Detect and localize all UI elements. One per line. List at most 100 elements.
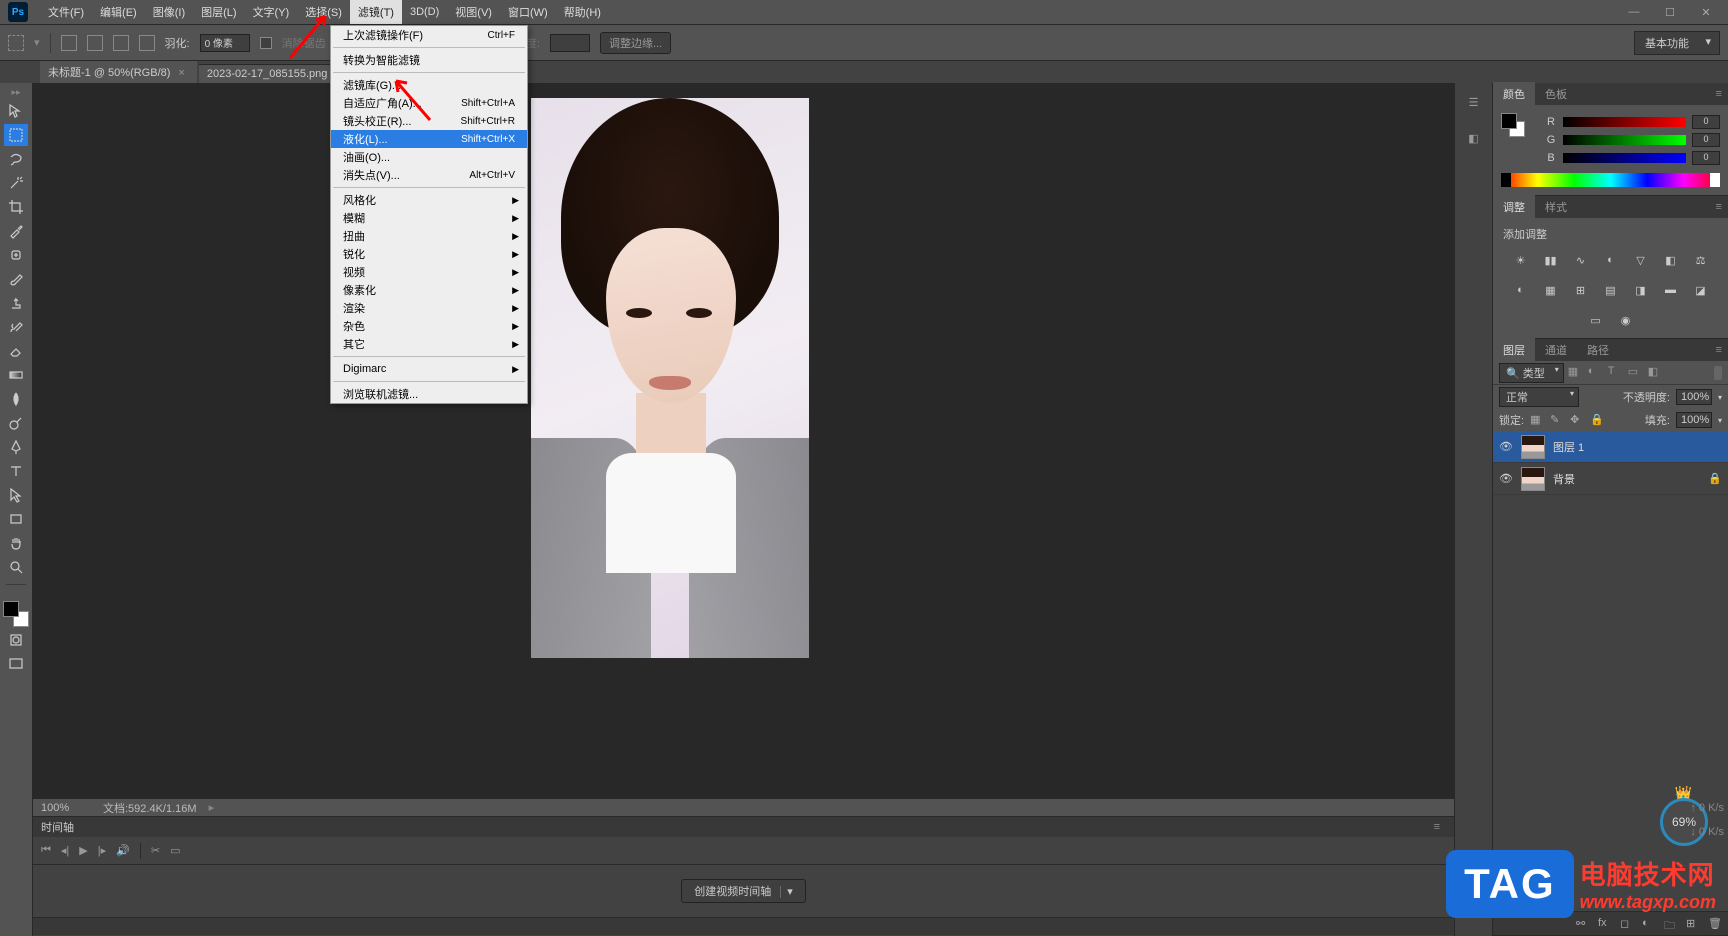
menu-window[interactable]: 窗口(W)	[500, 0, 556, 24]
tab-color[interactable]: 颜色	[1493, 82, 1535, 106]
history-panel-icon[interactable]: ☰	[1463, 91, 1485, 113]
refine-edge-button[interactable]: 调整边缘...	[600, 32, 671, 54]
zoom-tool[interactable]	[4, 556, 28, 578]
lock-position-icon[interactable]: ✥	[1570, 413, 1584, 427]
curves-icon[interactable]: ∿	[1571, 250, 1591, 270]
color-lookup-icon[interactable]: ▤	[1601, 280, 1621, 300]
dd-last-filter[interactable]: 上次滤镜操作(F)Ctrl+F	[331, 26, 527, 44]
hand-tool[interactable]	[4, 532, 28, 554]
visibility-icon[interactable]: 👁	[1499, 440, 1513, 454]
dd-vanishing-point[interactable]: 消失点(V)...Alt+Ctrl+V	[331, 166, 527, 184]
layer-mask-icon[interactable]: ◻	[1620, 917, 1634, 931]
menu-select[interactable]: 选择(S)	[297, 0, 350, 24]
new-layer-icon[interactable]: ⊞	[1686, 917, 1700, 931]
workspace-switcher[interactable]: 基本功能	[1634, 31, 1720, 55]
r-value[interactable]: 0	[1692, 115, 1720, 129]
brightness-icon[interactable]: ☀	[1511, 250, 1531, 270]
layer-row[interactable]: 👁 背景 🔒	[1493, 463, 1728, 495]
color-balance-icon[interactable]: ⚖	[1691, 250, 1711, 270]
dd-video[interactable]: 视频▶	[331, 263, 527, 281]
pen-tool[interactable]	[4, 436, 28, 458]
doc-tab-1[interactable]: 未标题-1 @ 50%(RGB/8)×	[40, 60, 197, 83]
lock-image-icon[interactable]: ✎	[1550, 413, 1564, 427]
b-slider[interactable]	[1563, 153, 1686, 163]
crop-tool[interactable]	[4, 196, 28, 218]
new-selection-icon[interactable]	[61, 35, 77, 51]
zoom-level[interactable]: 100%	[41, 802, 91, 814]
filter-toggle[interactable]	[1714, 366, 1722, 380]
delete-layer-icon[interactable]: 🗑	[1708, 917, 1722, 931]
g-slider[interactable]	[1563, 135, 1686, 145]
tab-paths[interactable]: 路径	[1577, 338, 1619, 362]
exposure-icon[interactable]: ◐	[1601, 250, 1621, 270]
menu-view[interactable]: 视图(V)	[447, 0, 500, 24]
type-tool[interactable]	[4, 460, 28, 482]
filter-shape-icon[interactable]: ▭	[1628, 365, 1644, 381]
audio-icon[interactable]: 🔊	[116, 844, 130, 857]
brush-tool[interactable]	[4, 268, 28, 290]
quick-mask-tool[interactable]	[4, 629, 28, 651]
marquee-tool[interactable]	[4, 124, 28, 146]
photo-filter-icon[interactable]: ▦	[1541, 280, 1561, 300]
tab-swatches[interactable]: 色板	[1535, 82, 1577, 106]
menu-3d[interactable]: 3D(D)	[402, 2, 447, 22]
menu-filter[interactable]: 滤镜(T)	[350, 0, 402, 24]
path-selection-tool[interactable]	[4, 484, 28, 506]
levels-icon[interactable]: ▮▮	[1541, 250, 1561, 270]
dd-other[interactable]: 其它▶	[331, 335, 527, 353]
intersect-selection-icon[interactable]	[139, 35, 155, 51]
add-selection-icon[interactable]	[87, 35, 103, 51]
panel-menu-icon[interactable]: ≡	[1710, 201, 1728, 213]
invert-icon[interactable]: ◨	[1631, 280, 1651, 300]
color-swatch[interactable]	[1501, 113, 1525, 137]
gradient-map-icon[interactable]: ▭	[1586, 310, 1606, 330]
play-icon[interactable]: ▶	[79, 844, 87, 857]
tab-adjustments[interactable]: 调整	[1493, 195, 1535, 219]
layer-row[interactable]: 👁 图层 1	[1493, 431, 1728, 463]
dd-blur[interactable]: 模糊▶	[331, 209, 527, 227]
marquee-tool-preset-icon[interactable]	[8, 35, 24, 51]
dd-adaptive-wide[interactable]: 自适应广角(A)...Shift+Ctrl+A	[331, 94, 527, 112]
transition-icon[interactable]: ▭	[170, 844, 180, 857]
close-icon[interactable]: ×	[178, 67, 184, 79]
fill-input[interactable]: 100%	[1676, 412, 1712, 428]
dd-distort[interactable]: 扭曲▶	[331, 227, 527, 245]
dd-filter-gallery[interactable]: 滤镜库(G)...	[331, 76, 527, 94]
dd-digimarc[interactable]: Digimarc▶	[331, 360, 527, 378]
link-layers-icon[interactable]: ⚯	[1576, 917, 1590, 931]
layer-style-icon[interactable]: fx	[1598, 917, 1612, 931]
panel-menu-icon[interactable]: ≡	[1428, 821, 1446, 833]
layer-thumbnail[interactable]	[1521, 467, 1545, 491]
layer-name[interactable]: 图层 1	[1553, 439, 1584, 455]
dd-oil-paint[interactable]: 油画(O)...	[331, 148, 527, 166]
history-brush-tool[interactable]	[4, 316, 28, 338]
new-group-icon[interactable]: 🗀	[1664, 917, 1678, 931]
dd-stylize[interactable]: 风格化▶	[331, 191, 527, 209]
layer-name[interactable]: 背景	[1553, 471, 1575, 487]
lock-transparency-icon[interactable]: ▦	[1530, 413, 1544, 427]
dd-browse-online[interactable]: 浏览联机滤镜...	[331, 385, 527, 403]
feather-input[interactable]	[200, 34, 250, 52]
new-fill-icon[interactable]: ◐	[1642, 917, 1656, 931]
panel-menu-icon[interactable]: ≡	[1710, 88, 1728, 100]
lock-all-icon[interactable]: 🔒	[1590, 413, 1604, 427]
screen-mode-tool[interactable]	[4, 653, 28, 675]
visibility-icon[interactable]: 👁	[1499, 472, 1513, 486]
vibrance-icon[interactable]: ▽	[1631, 250, 1651, 270]
posterize-icon[interactable]: ▬	[1661, 280, 1681, 300]
next-frame-icon[interactable]: |▸	[98, 844, 106, 857]
menu-edit[interactable]: 编辑(E)	[92, 0, 145, 24]
blend-mode-select[interactable]: 正常	[1499, 387, 1579, 407]
split-icon[interactable]: ✂	[151, 844, 160, 857]
magic-wand-tool[interactable]	[4, 172, 28, 194]
prev-frame-icon[interactable]: ◂|	[61, 844, 69, 857]
filter-pixel-icon[interactable]: ▦	[1568, 365, 1584, 381]
maximize-button[interactable]: ☐	[1656, 3, 1684, 21]
menu-help[interactable]: 帮助(H)	[556, 0, 609, 24]
rectangle-tool[interactable]	[4, 508, 28, 530]
lasso-tool[interactable]	[4, 148, 28, 170]
clone-stamp-tool[interactable]	[4, 292, 28, 314]
dodge-tool[interactable]	[4, 412, 28, 434]
panel-menu-icon[interactable]: ≡	[1710, 344, 1728, 356]
dd-lens-correction[interactable]: 镜头校正(R)...Shift+Ctrl+R	[331, 112, 527, 130]
